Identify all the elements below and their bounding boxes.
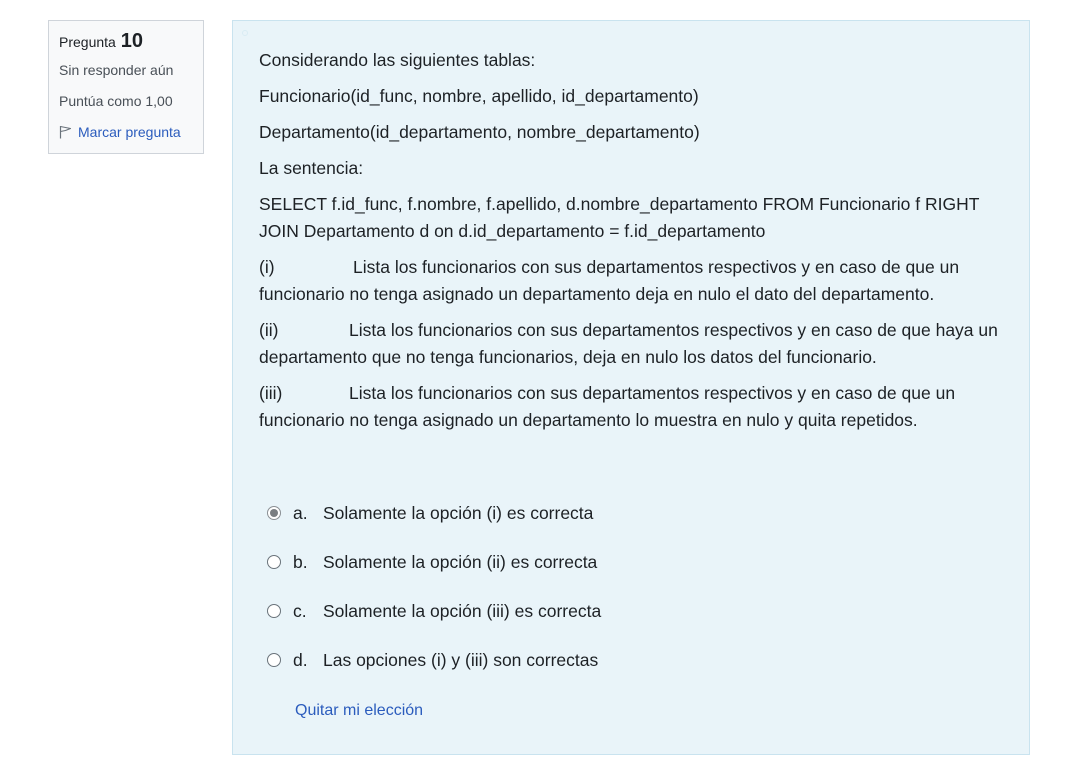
sentence-label: La sentencia: bbox=[259, 158, 364, 178]
option-letter: a. bbox=[293, 502, 308, 523]
statement-ii: (ii) Lista los funcionarios con sus depar… bbox=[259, 317, 1019, 371]
question-info-panel: Pregunta 10 Sin responder aún Puntúa com… bbox=[48, 20, 204, 154]
answer-option-b[interactable]: b. Solamente la opción (ii) es correcta bbox=[267, 548, 601, 576]
flag-icon bbox=[59, 125, 72, 139]
statement-label: (ii) bbox=[259, 320, 279, 340]
question-number: 10 bbox=[120, 30, 143, 52]
statement-text: Lista los funcionarios con sus departame… bbox=[259, 320, 998, 367]
statement-label: (i) bbox=[259, 257, 275, 277]
content-marker bbox=[242, 30, 248, 36]
question-number-line: Pregunta 10 bbox=[59, 30, 193, 53]
question-label: Pregunta bbox=[59, 34, 116, 50]
table-definition-2: Departamento(id_departamento, nombre_dep… bbox=[259, 122, 700, 142]
radio-button[interactable] bbox=[267, 506, 281, 520]
question-state: Sin responder aún bbox=[59, 62, 174, 78]
statement-label: (iii) bbox=[259, 383, 283, 403]
option-letter: c. bbox=[293, 600, 307, 621]
option-text: Las opciones (i) y (iii) son correctas bbox=[323, 649, 599, 670]
answer-option-c[interactable]: c. Solamente la opción (iii) es correcta bbox=[267, 597, 601, 625]
option-text: Solamente la opción (i) es correcta bbox=[323, 502, 594, 523]
answer-option-a[interactable]: a. Solamente la opción (i) es correcta bbox=[267, 499, 601, 527]
option-text: Solamente la opción (ii) es correcta bbox=[323, 551, 598, 572]
option-letter: b. bbox=[293, 551, 308, 572]
option-text: Solamente la opción (iii) es correcta bbox=[323, 600, 602, 621]
clear-choice-link[interactable]: Quitar mi elección bbox=[295, 702, 423, 720]
sql-statement: SELECT f.id_func, f.nombre, f.apellido, … bbox=[259, 194, 980, 241]
statement-text: Lista los funcionarios con sus departame… bbox=[259, 257, 960, 304]
statement-text: Lista los funcionarios con sus departame… bbox=[259, 383, 956, 430]
flag-question-link[interactable]: Marcar pregunta bbox=[59, 123, 193, 141]
radio-button[interactable] bbox=[267, 604, 281, 618]
quiz-page: Pregunta 10 Sin responder aún Puntúa com… bbox=[0, 0, 1082, 777]
statement-i: (i) Lista los funcionarios con sus depart… bbox=[259, 254, 1019, 308]
question-grade: Puntúa como 1,00 bbox=[59, 93, 173, 109]
answer-option-d[interactable]: d. Las opciones (i) y (iii) son correcta… bbox=[267, 646, 601, 674]
option-letter: d. bbox=[293, 649, 308, 670]
question-content: Considerando las siguientes tablas: Func… bbox=[232, 20, 1030, 755]
question-intro: Considerando las siguientes tablas: bbox=[259, 50, 536, 70]
statement-iii: (iii) Lista los funcionarios con sus depa… bbox=[259, 380, 1019, 434]
flag-question-label: Marcar pregunta bbox=[78, 124, 181, 140]
radio-button[interactable] bbox=[267, 653, 281, 667]
radio-button[interactable] bbox=[267, 555, 281, 569]
table-definition-1: Funcionario(id_func, nombre, apellido, i… bbox=[259, 86, 699, 106]
answer-options: a. Solamente la opción (i) es correcta b… bbox=[267, 499, 601, 695]
question-text: Considerando las siguientes tablas: Func… bbox=[259, 47, 1019, 443]
